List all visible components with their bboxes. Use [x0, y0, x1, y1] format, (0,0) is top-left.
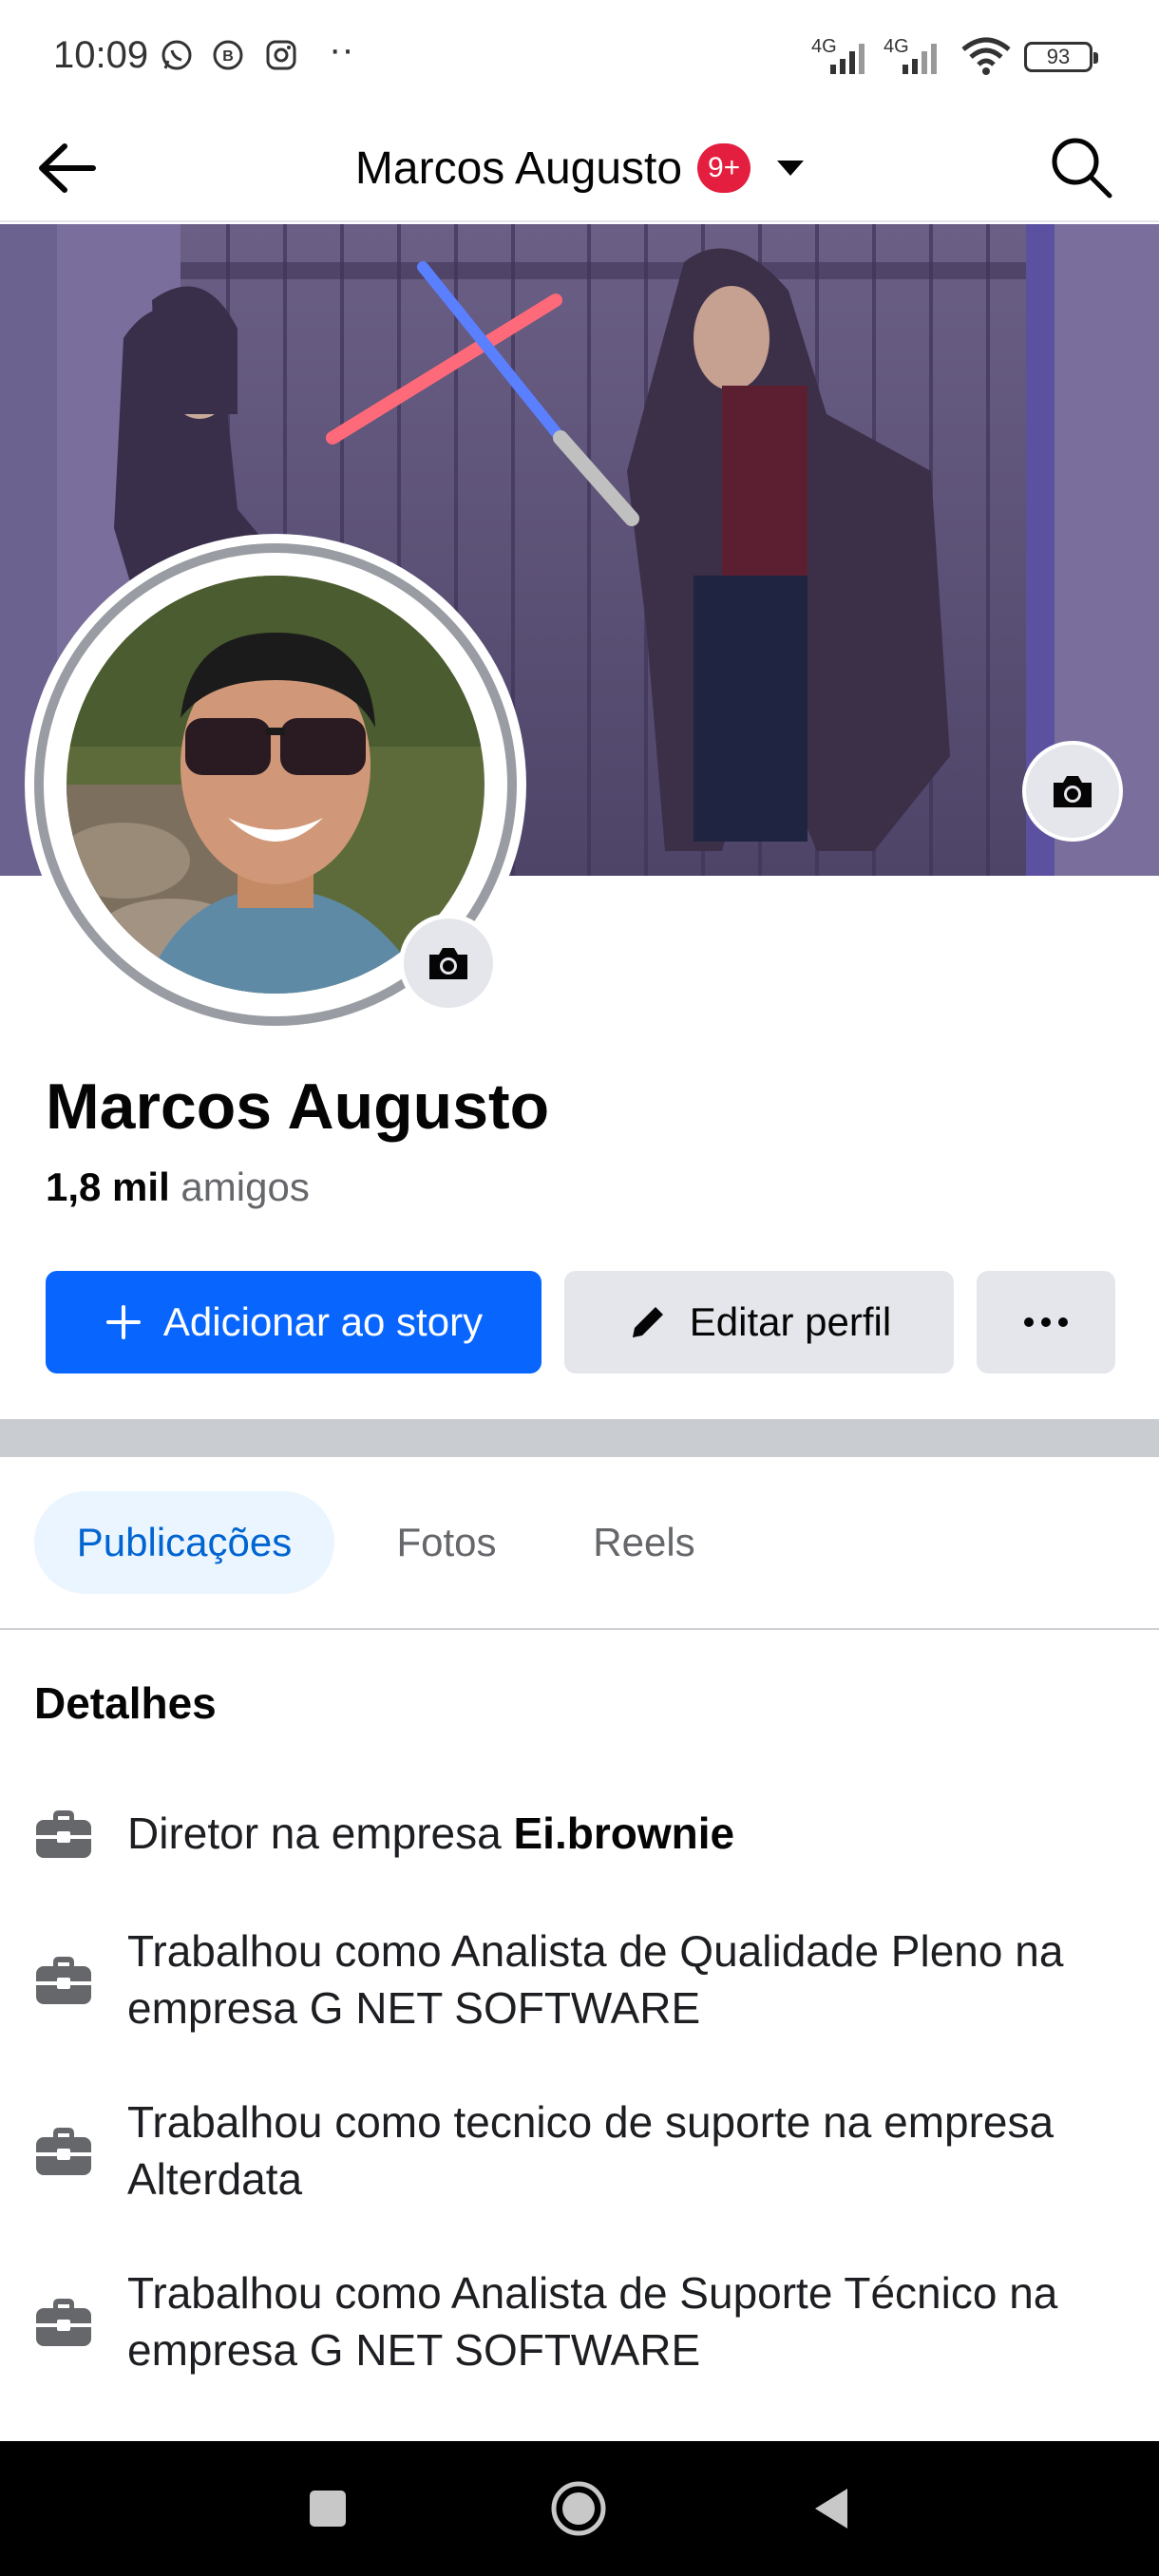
instagram-icon	[266, 40, 296, 70]
signal-icon	[830, 44, 864, 74]
wifi-icon	[961, 37, 1011, 75]
status-time: 10:09	[53, 34, 149, 76]
company-link[interactable]: Ei.brownie	[514, 1809, 735, 1858]
detail-item: Trabalhou como tecnico de suporte na emp…	[34, 2093, 1127, 2207]
section-divider	[0, 1419, 1159, 1457]
add-to-story-label: Adicionar ao story	[162, 1299, 484, 1344]
detail-text: Diretor na empresa	[127, 1809, 514, 1858]
friends-label: amigos	[180, 1165, 310, 1209]
notification-badge: 9+	[697, 143, 751, 193]
plus-icon	[105, 1305, 141, 1339]
friends-count-link[interactable]: 1,8 mil amigos	[46, 1165, 310, 1210]
detail-item: Trabalhou como Analista de Qualidade Ple…	[34, 1923, 1127, 2036]
camera-icon	[1054, 776, 1092, 807]
more-dots-icon	[1024, 1317, 1068, 1327]
tab-posts[interactable]: Publicações	[34, 1491, 334, 1594]
detail-text: Trabalhou como tecnico de suporte na emp…	[127, 2097, 1054, 2204]
details-heading: Detalhes	[34, 1678, 217, 1728]
search-icon[interactable]	[1045, 131, 1117, 203]
chevron-down-icon	[777, 161, 805, 176]
whatsapp-icon	[162, 40, 192, 70]
top-app-bar: Marcos Augusto 9+	[0, 114, 1159, 222]
home-button[interactable]	[549, 2479, 608, 2538]
system-navigation-bar	[0, 2441, 1159, 2576]
briefcase-icon	[36, 1810, 91, 1858]
edit-profile-button[interactable]: Editar perfil	[564, 1271, 954, 1373]
profile-name: Marcos Augusto	[46, 1070, 550, 1143]
detail-text: Trabalhou como Analista de Qualidade Ple…	[127, 1926, 1064, 2033]
tab-photos[interactable]: Fotos	[361, 1491, 532, 1594]
header-title: Marcos Augusto	[354, 142, 683, 194]
camera-icon	[429, 948, 467, 979]
edit-cover-camera-button[interactable]	[1022, 741, 1123, 842]
more-options-button[interactable]	[977, 1271, 1115, 1373]
briefcase-icon	[36, 2128, 91, 2175]
signal-icon	[902, 44, 937, 74]
whatsapp-business-icon: B	[213, 40, 243, 70]
svg-text:B: B	[222, 48, 234, 65]
detail-text: Trabalhou como Analista de Suporte Técni…	[127, 2268, 1058, 2375]
pencil-icon	[632, 1307, 663, 1337]
profile-switcher[interactable]: Marcos Augusto 9+	[0, 135, 1159, 201]
edit-profile-picture-camera-button[interactable]	[399, 914, 498, 1013]
add-to-story-button[interactable]: Adicionar ao story	[46, 1271, 542, 1373]
detail-item: Trabalhou como Analista de Suporte Técni…	[34, 2264, 1127, 2378]
edit-profile-label: Editar perfil	[689, 1299, 892, 1344]
briefcase-icon	[36, 2299, 91, 2346]
detail-item: Diretor na empresa Ei.brownie	[34, 1805, 1127, 1862]
briefcase-icon	[36, 1957, 91, 2004]
status-bar: 10:09 B ·· 4G 4G 93	[0, 0, 1159, 114]
tab-reels[interactable]: Reels	[559, 1491, 730, 1594]
tabs-divider	[0, 1628, 1159, 1630]
back-button[interactable]	[804, 2479, 863, 2538]
battery-indicator: 93	[1024, 42, 1098, 72]
recent-apps-button[interactable]	[298, 2479, 357, 2538]
friends-count: 1,8 mil	[46, 1165, 170, 1209]
status-overflow: ··	[329, 28, 354, 70]
